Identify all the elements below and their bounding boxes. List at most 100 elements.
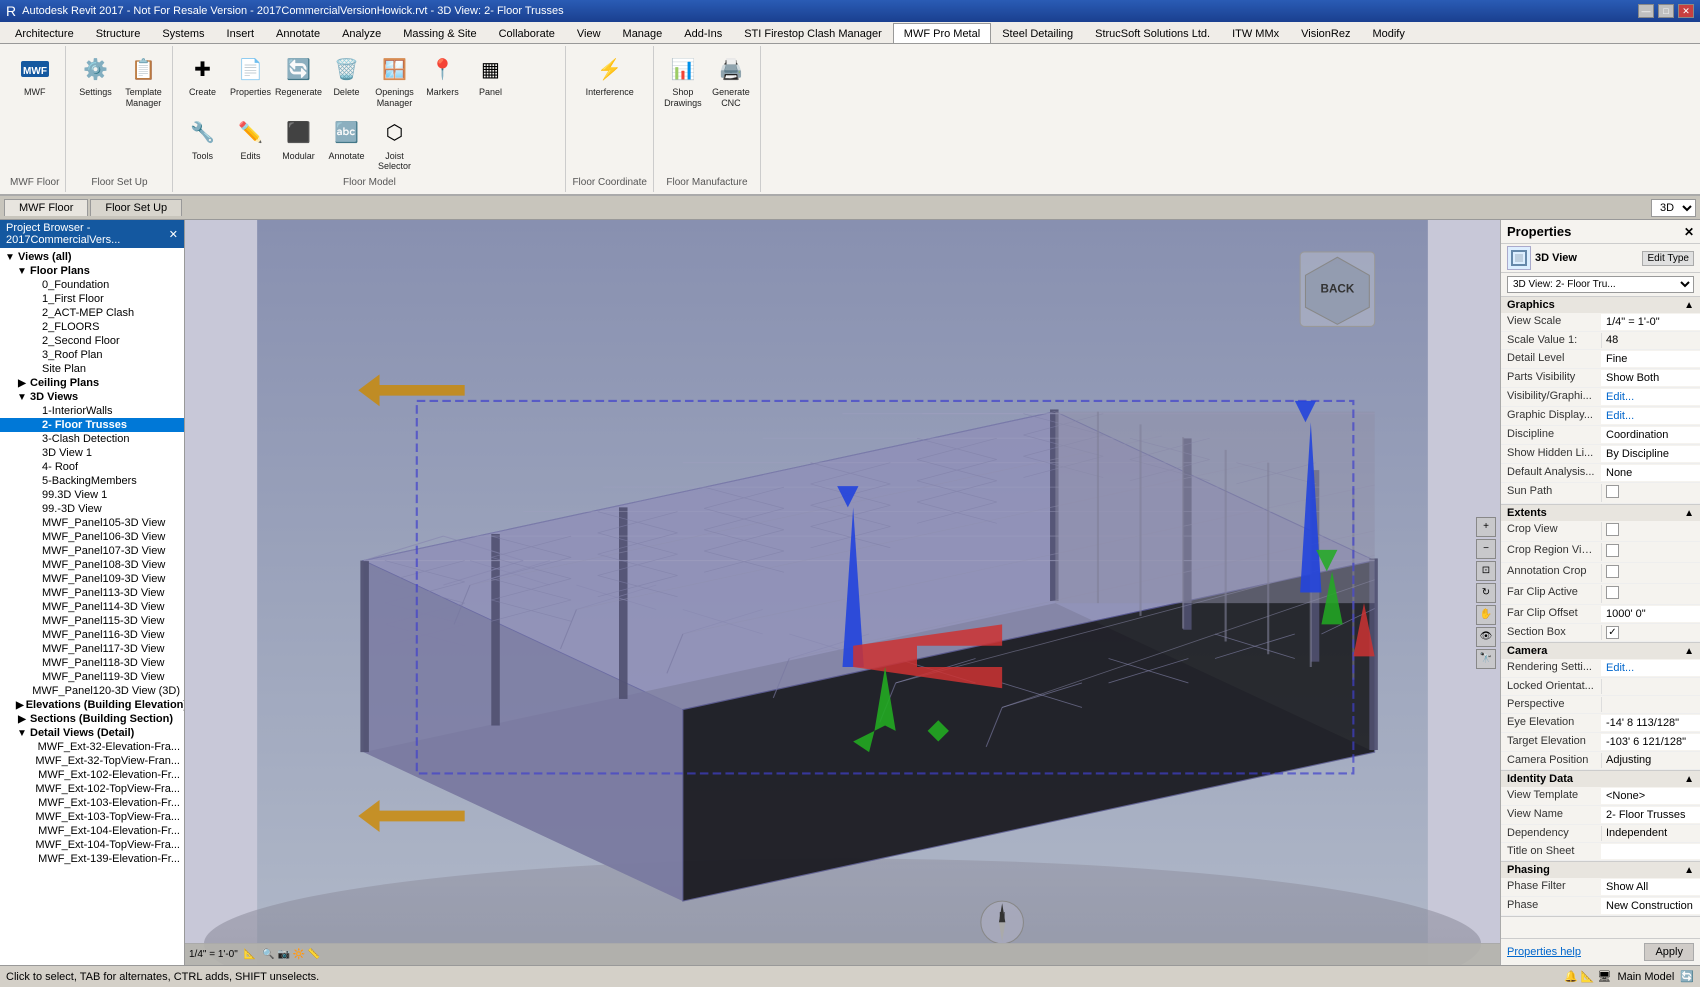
project-browser-item[interactable]: MWF_Panel105-3D View xyxy=(0,516,184,530)
project-browser-item[interactable]: MWF_Panel119-3D View xyxy=(0,670,184,684)
annotation-crop-value[interactable] xyxy=(1601,564,1700,582)
tab-modify[interactable]: Modify xyxy=(1361,23,1415,43)
project-browser-item[interactable]: 0_Foundation xyxy=(0,278,184,292)
tab-strucsoft[interactable]: StrucSoft Solutions Ltd. xyxy=(1084,23,1221,43)
crop-view-value[interactable] xyxy=(1601,522,1700,540)
project-browser-item[interactable]: MWF_Panel107-3D View xyxy=(0,544,184,558)
project-browser-item[interactable]: MWF_Ext-103-Elevation-Fr... xyxy=(0,796,184,810)
rendering-settings-value[interactable]: Edit... xyxy=(1601,660,1700,676)
visibility-graphics-value[interactable]: Edit... xyxy=(1601,389,1700,405)
extents-section-header[interactable]: Extents ▲ xyxy=(1501,505,1700,521)
walk-button[interactable]: 👁 xyxy=(1476,627,1496,647)
section-box-value[interactable]: ✓ xyxy=(1601,625,1700,640)
project-browser-item[interactable]: ▶Elevations (Building Elevation) xyxy=(0,698,184,712)
ribbon-btn-panel[interactable]: ▦ Panel xyxy=(467,50,513,106)
ribbon-btn-create[interactable]: ✚ Create xyxy=(179,50,225,106)
project-browser-close-icon[interactable]: ✕ xyxy=(169,228,178,241)
tab-mwf-pro-metal[interactable]: MWF Pro Metal xyxy=(893,23,991,43)
view-template-value[interactable]: <None> xyxy=(1601,788,1700,804)
tab-manage[interactable]: Manage xyxy=(612,23,674,43)
annotation-crop-checkbox[interactable] xyxy=(1606,565,1619,578)
project-browser-item[interactable]: MWF_Panel120-3D View (3D) xyxy=(0,684,184,698)
window-controls[interactable]: — □ ✕ xyxy=(1638,4,1694,18)
view-scale-value[interactable]: 1/4" = 1'-0" xyxy=(1601,314,1700,330)
project-browser-item[interactable]: 99.3D View 1 xyxy=(0,488,184,502)
ribbon-btn-modular[interactable]: ⬛ Modular xyxy=(275,114,321,170)
tab-massing[interactable]: Massing & Site xyxy=(392,23,487,43)
tab-insert[interactable]: Insert xyxy=(216,23,266,43)
apply-button[interactable]: Apply xyxy=(1644,943,1694,961)
project-browser-item[interactable]: ▶Sections (Building Section) xyxy=(0,712,184,726)
section-box-checkbox[interactable]: ✓ xyxy=(1606,626,1619,639)
parts-visibility-value[interactable]: Show Both xyxy=(1601,370,1700,386)
properties-close-icon[interactable]: ✕ xyxy=(1684,225,1694,239)
graphics-section-header[interactable]: Graphics ▲ xyxy=(1501,297,1700,313)
project-browser-item[interactable]: MWF_Panel113-3D View xyxy=(0,586,184,600)
project-browser-item[interactable]: Site Plan xyxy=(0,362,184,376)
tab-sti[interactable]: STI Firestop Clash Manager xyxy=(733,23,893,43)
tab-annotate[interactable]: Annotate xyxy=(265,23,331,43)
tab-collaborate[interactable]: Collaborate xyxy=(488,23,566,43)
view-tab-floor-setup[interactable]: Floor Set Up xyxy=(90,199,182,216)
project-browser-item[interactable]: MWF_Panel109-3D View xyxy=(0,572,184,586)
viewport[interactable]: BACK N + − ⊡ ↻ ✋ 👁 🔭 1/4" = 1'-0 xyxy=(185,220,1500,965)
project-browser-item[interactable]: 3-Clash Detection xyxy=(0,432,184,446)
ribbon-btn-tools[interactable]: 🔧 Tools xyxy=(179,114,225,170)
project-browser-item[interactable]: ▼Views (all) xyxy=(0,250,184,264)
zoom-out-button[interactable]: − xyxy=(1476,539,1496,559)
ribbon-btn-shop-drawings[interactable]: 📊 Shop Drawings xyxy=(660,50,706,112)
project-browser-item[interactable]: MWF_Panel114-3D View xyxy=(0,600,184,614)
ribbon-btn-markers[interactable]: 📍 Markers xyxy=(419,50,465,106)
project-browser-item[interactable]: MWF_Panel106-3D View xyxy=(0,530,184,544)
project-browser-item[interactable]: MWF_Ext-103-TopView-Fra... xyxy=(0,810,184,824)
ribbon-btn-delete[interactable]: 🗑️ Delete xyxy=(323,50,369,106)
project-browser-item[interactable]: 2_FLOORS xyxy=(0,320,184,334)
project-browser-item[interactable]: 3_Roof Plan xyxy=(0,348,184,362)
zoom-in-button[interactable]: + xyxy=(1476,517,1496,537)
phase-value[interactable]: New Construction xyxy=(1601,898,1700,914)
project-browser-item[interactable]: ▼Floor Plans xyxy=(0,264,184,278)
project-browser-item[interactable]: ▼Detail Views (Detail) xyxy=(0,726,184,740)
graphic-display-value[interactable]: Edit... xyxy=(1601,408,1700,424)
far-clip-active-value[interactable] xyxy=(1601,585,1700,603)
project-browser-item[interactable]: MWF_Ext-102-Elevation-Fr... xyxy=(0,768,184,782)
tab-addins[interactable]: Add-Ins xyxy=(673,23,733,43)
title-on-sheet-value[interactable] xyxy=(1601,844,1700,859)
zoom-fit-button[interactable]: ⊡ xyxy=(1476,561,1496,581)
view-tab-mwf-floor[interactable]: MWF Floor xyxy=(4,199,88,216)
phase-filter-value[interactable]: Show All xyxy=(1601,879,1700,895)
properties-help-link[interactable]: Properties help xyxy=(1507,946,1581,958)
ribbon-btn-interference[interactable]: ⚡ Interference xyxy=(587,50,633,106)
project-browser-item[interactable]: ▶Ceiling Plans xyxy=(0,376,184,390)
project-browser-item[interactable]: MWF_Panel118-3D View xyxy=(0,656,184,670)
ribbon-btn-generate-cnc[interactable]: 🖨️ Generate CNC xyxy=(708,50,754,112)
project-browser-item[interactable]: MWF_Ext-104-Elevation-Fr... xyxy=(0,824,184,838)
project-browser-item[interactable]: 3D View 1 xyxy=(0,446,184,460)
crop-region-vis-value[interactable] xyxy=(1601,543,1700,561)
project-browser-item[interactable]: MWF_Ext-32-TopView-Fran... xyxy=(0,754,184,768)
project-browser-item[interactable]: MWF_Ext-104-TopView-Fra... xyxy=(0,838,184,852)
project-browser-item[interactable]: MWF_Panel108-3D View xyxy=(0,558,184,572)
edit-type-button[interactable]: Edit Type xyxy=(1642,251,1694,266)
far-clip-active-checkbox[interactable] xyxy=(1606,586,1619,599)
project-browser-item[interactable]: MWF_Ext-32-Elevation-Fra... xyxy=(0,740,184,754)
ribbon-btn-openings[interactable]: 🪟 Openings Manager xyxy=(371,50,417,112)
view-name-value[interactable]: 2- Floor Trusses xyxy=(1601,807,1700,823)
tab-visionrez[interactable]: VisionRez xyxy=(1290,23,1361,43)
crop-view-checkbox[interactable] xyxy=(1606,523,1619,536)
detail-level-value[interactable]: Fine xyxy=(1601,351,1700,367)
tab-structure[interactable]: Structure xyxy=(85,23,152,43)
discipline-value[interactable]: Coordination xyxy=(1601,427,1700,443)
ribbon-btn-edits[interactable]: ✏️ Edits xyxy=(227,114,273,170)
sun-path-checkbox[interactable] xyxy=(1606,485,1619,498)
pan-button[interactable]: ✋ xyxy=(1476,605,1496,625)
tab-steel-detailing[interactable]: Steel Detailing xyxy=(991,23,1084,43)
project-browser-item[interactable]: MWF_Ext-139-Elevation-Fr... xyxy=(0,852,184,866)
project-browser-item[interactable]: 99.-3D View xyxy=(0,502,184,516)
minimize-button[interactable]: — xyxy=(1638,4,1654,18)
project-browser-item[interactable]: ▼3D Views xyxy=(0,390,184,404)
tab-architecture[interactable]: Architecture xyxy=(4,23,85,43)
sun-path-value[interactable] xyxy=(1601,484,1700,502)
project-browser-item[interactable]: 4- Roof xyxy=(0,460,184,474)
maximize-button[interactable]: □ xyxy=(1658,4,1674,18)
